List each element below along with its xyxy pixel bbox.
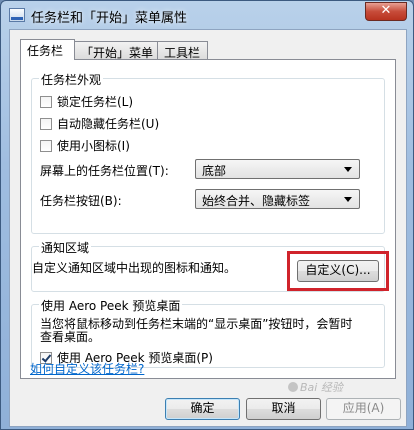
taskbar-position-label: 屏幕上的任务栏位置(T):: [40, 164, 169, 178]
checkbox-auto-hide[interactable]: 自动隐藏任务栏(U): [40, 115, 159, 132]
watermark-text: Bai 经验: [300, 381, 343, 394]
close-icon: ✕: [380, 3, 392, 18]
dialog-client-area: 任务栏 「开始」菜单 工具栏 任务栏外观 锁定任务栏(L) 自动隐藏任务栏(U)…: [9, 29, 407, 427]
checkbox-lock-taskbar[interactable]: 锁定任务栏(L): [40, 93, 133, 110]
help-link[interactable]: 如何自定义该任务栏?: [30, 360, 144, 377]
checkbox-label: 自动隐藏任务栏(U): [57, 117, 160, 131]
select-value: 底部: [202, 164, 227, 178]
notification-description: 自定义通知区域中出现的图标和通知。: [32, 261, 237, 275]
aero-peek-description-line2: 查看桌面。: [40, 330, 101, 344]
watermark: Bai 经验: [288, 379, 343, 395]
taskbar-buttons-label: 任务栏按钮(B):: [40, 194, 122, 208]
tab-toolbars[interactable]: 工具栏: [157, 41, 208, 60]
checkbox-box[interactable]: [40, 96, 52, 108]
group-taskbar-appearance: 任务栏外观 锁定任务栏(L) 自动隐藏任务栏(U) 使用小图标(I) 屏幕上的任…: [31, 71, 385, 234]
taskbar-position-select[interactable]: 底部: [195, 159, 360, 179]
checkbox-box[interactable]: [40, 140, 52, 152]
cancel-button[interactable]: 取消: [246, 398, 321, 420]
group-title-appearance: 任务栏外观: [39, 71, 104, 88]
ok-button[interactable]: 确定: [165, 398, 240, 420]
chevron-down-icon: [344, 197, 352, 202]
checkbox-box[interactable]: [40, 118, 52, 130]
chevron-down-icon: [344, 167, 352, 172]
checkbox-small-icons[interactable]: 使用小图标(I): [40, 137, 130, 154]
tab-taskbar[interactable]: 任务栏: [20, 39, 75, 60]
group-title-aero-peek: 使用 Aero Peek 预览桌面: [39, 297, 183, 314]
dialog-window: 任务栏和「开始」菜单属性 ✕ 任务栏 「开始」菜单 工具栏 任务栏外观 锁定任务…: [0, 0, 414, 430]
red-highlight-box: [287, 251, 389, 291]
checkbox-label: 使用小图标(I): [57, 139, 130, 153]
apply-button[interactable]: 应用(A): [326, 398, 401, 420]
tab-start-menu[interactable]: 「开始」菜单: [74, 41, 158, 60]
checkbox-label: 锁定任务栏(L): [57, 95, 134, 109]
taskbar-app-icon: [9, 8, 25, 22]
close-button[interactable]: ✕: [365, 2, 407, 21]
taskbar-buttons-select[interactable]: 始终合并、隐藏标签: [195, 189, 360, 209]
group-title-notification: 通知区域: [39, 239, 92, 256]
group-aero-peek: 使用 Aero Peek 预览桌面 当您将鼠标移动到任务栏末端的“显示桌面”按钮…: [31, 297, 385, 368]
select-value: 始终合并、隐藏标签: [202, 194, 311, 208]
window-title: 任务栏和「开始」菜单属性: [31, 11, 188, 26]
title-bar[interactable]: 任务栏和「开始」菜单属性 ✕: [1, 1, 413, 29]
tab-panel-taskbar: 任务栏外观 锁定任务栏(L) 自动隐藏任务栏(U) 使用小图标(I) 屏幕上的任…: [20, 59, 396, 379]
paw-icon: [288, 382, 298, 392]
